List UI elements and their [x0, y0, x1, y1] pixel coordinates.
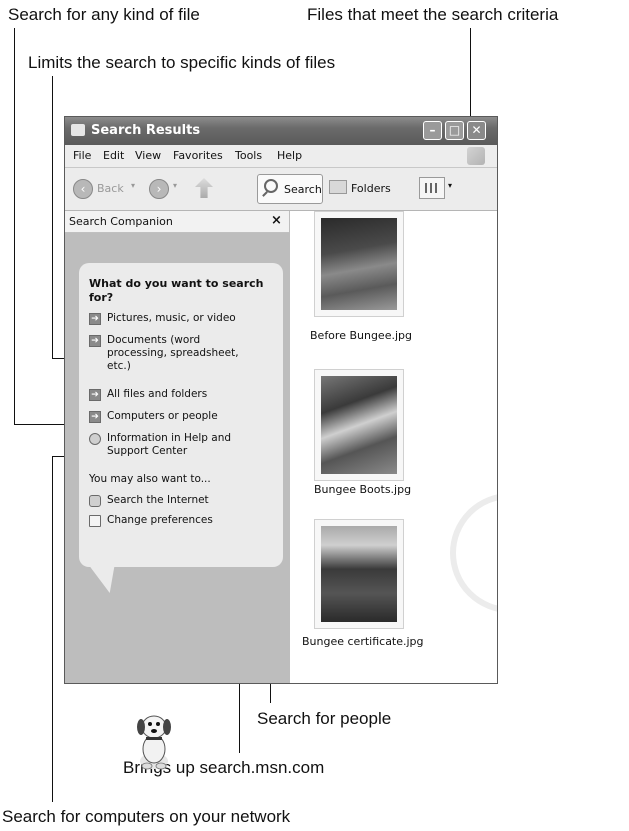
also-heading: You may also want to...	[89, 473, 211, 485]
forward-button[interactable]: ›	[149, 179, 169, 199]
callout-search-people: Search for people	[257, 709, 392, 728]
callout-search-computers: Search for computers on your network	[2, 807, 291, 826]
minimize-button[interactable]: –	[423, 121, 442, 140]
views-icon	[425, 183, 439, 193]
views-dropdown-icon[interactable]: ▾	[448, 181, 452, 190]
search-results-pane: Before Bungee.jpg Bungee Boots.jpg Bunge…	[289, 211, 497, 683]
back-label[interactable]: Back	[97, 182, 124, 195]
back-dropdown-icon[interactable]: ▾	[131, 181, 135, 190]
search-label: Search	[284, 183, 322, 196]
menu-help[interactable]: Help	[277, 149, 302, 162]
result-thumbnail[interactable]	[314, 369, 404, 481]
leader-line	[52, 456, 53, 802]
arrow-right-icon: ➔	[89, 389, 101, 401]
result-filename[interactable]: Before Bungee.jpg	[310, 329, 412, 342]
result-filename[interactable]: Bungee Boots.jpg	[314, 483, 411, 496]
views-button[interactable]	[419, 177, 445, 199]
folders-icon[interactable]	[329, 180, 347, 194]
menu-view[interactable]: View	[135, 149, 161, 162]
search-question: What do you want to search for?	[89, 277, 264, 304]
leader-line	[52, 76, 53, 358]
arrow-right-icon: ➔	[89, 335, 101, 347]
menu-edit[interactable]: Edit	[103, 149, 124, 162]
forward-dropdown-icon[interactable]: ▾	[173, 181, 177, 190]
help-icon	[89, 433, 101, 445]
menu-bar: File Edit View Favorites Tools Help	[65, 145, 497, 167]
arrow-right-icon: ➔	[89, 411, 101, 423]
windows-logo-icon	[467, 147, 485, 165]
result-thumbnail[interactable]	[314, 519, 404, 629]
checkbox-preferences-icon	[89, 515, 101, 527]
arrow-right-icon: ➔	[89, 313, 101, 325]
pane-title: Search Companion	[69, 215, 173, 228]
folders-label[interactable]: Folders	[351, 182, 391, 195]
pane-header: Search Companion ×	[65, 211, 289, 233]
search-assistant-dog-icon[interactable]	[129, 711, 179, 771]
menu-file[interactable]: File	[73, 149, 91, 162]
title-bar[interactable]: Search Results – □ ✕	[65, 117, 497, 145]
maximize-button[interactable]: □	[445, 121, 464, 140]
magnifier-icon	[264, 179, 278, 193]
callout-search-any-file: Search for any kind of file	[8, 5, 200, 24]
menu-favorites[interactable]: Favorites	[173, 149, 223, 162]
search-button[interactable]: Search	[257, 174, 323, 204]
result-filename[interactable]: Bungee certificate.jpg	[302, 635, 424, 648]
result-thumbnail[interactable]	[314, 211, 404, 317]
close-button[interactable]: ✕	[467, 121, 486, 140]
pane-close-icon[interactable]: ×	[271, 213, 282, 228]
search-companion-pane: Search Companion × What do you want to s…	[65, 211, 289, 770]
photo-bungee-boots	[321, 376, 397, 474]
folder-search-icon	[71, 124, 85, 136]
balloon-tail	[90, 567, 124, 593]
photo-before-bungee	[321, 218, 397, 310]
up-folder-icon[interactable]	[195, 178, 213, 198]
menu-tools[interactable]: Tools	[235, 149, 262, 162]
search-options-balloon: What do you want to search for? ➔ Pictur…	[79, 263, 283, 593]
callout-files-meet-criteria: Files that meet the search criteria	[307, 5, 559, 24]
window-title: Search Results	[91, 123, 201, 138]
globe-search-icon	[89, 495, 101, 507]
leader-line	[14, 28, 15, 424]
back-button[interactable]: ‹	[73, 179, 93, 199]
search-results-window: Search Results – □ ✕ File Edit View Favo…	[64, 116, 498, 770]
watermark-circle	[450, 493, 497, 613]
callout-limits-search: Limits the search to specific kinds of f…	[28, 53, 336, 72]
toolbar: ‹ Back ▾ › ▾ Search Folders ▾	[65, 167, 497, 211]
photo-bungee-certificate	[321, 526, 397, 622]
